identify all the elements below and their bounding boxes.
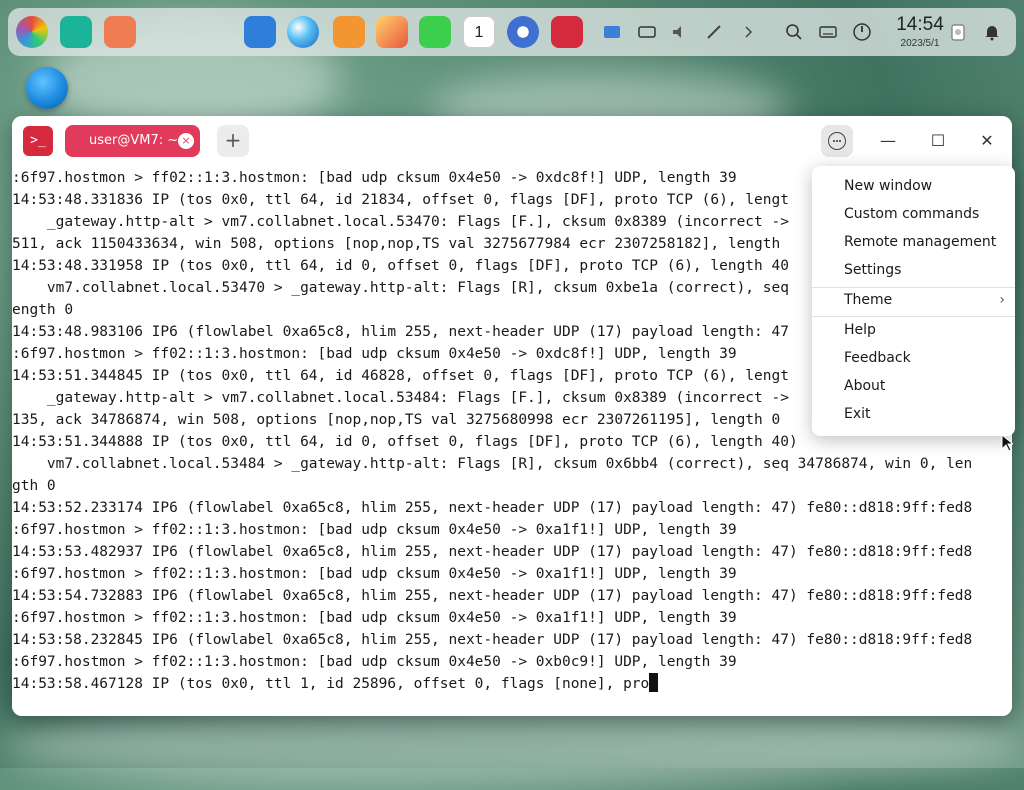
terminal-line: gth 0 bbox=[12, 478, 56, 494]
dock: 1 14:54 2023/5/1 bbox=[8, 8, 1016, 56]
terminal-icon[interactable] bbox=[551, 16, 583, 48]
menu-item-label: Remote management bbox=[844, 234, 997, 250]
terminal-line: 14:53:48.331958 IP (tos 0x0, ttl 64, id … bbox=[12, 258, 789, 274]
terminal-line: 14:53:51.344888 IP (tos 0x0, ttl 64, id … bbox=[12, 434, 798, 450]
desktop-app-icon[interactable] bbox=[26, 67, 68, 109]
menu-item-exit[interactable]: Exit bbox=[812, 400, 1015, 428]
screenshot-icon[interactable] bbox=[602, 22, 622, 42]
close-button[interactable]: ✕ bbox=[974, 128, 1000, 154]
launcher-icon[interactable] bbox=[16, 16, 48, 48]
terminal-line: _gateway.http-alt > vm7.collabnet.local.… bbox=[12, 214, 789, 230]
maximize-button[interactable]: ☐ bbox=[925, 128, 951, 154]
installer-icon[interactable] bbox=[244, 16, 276, 48]
menu-item-feedback[interactable]: Feedback bbox=[812, 344, 1015, 372]
add-tab-button[interactable]: + bbox=[217, 125, 249, 157]
menu-item-about[interactable]: About bbox=[812, 372, 1015, 400]
menu-item-label: About bbox=[844, 378, 886, 394]
main-menu-button[interactable] bbox=[821, 125, 853, 157]
menu-item-help[interactable]: Help bbox=[812, 316, 1015, 344]
terminal-line: :6f97.hostmon > ff02::1:3.hostmon: [bad … bbox=[12, 346, 737, 362]
trash-icon[interactable] bbox=[948, 22, 968, 42]
terminal-line: :6f97.hostmon > ff02::1:3.hostmon: [bad … bbox=[12, 610, 737, 626]
tab-user-vm7[interactable]: user@VM7: ~ × bbox=[65, 125, 200, 157]
menu-item-new-window[interactable]: New window bbox=[812, 172, 1015, 200]
terminal-line: ength 0 bbox=[12, 302, 74, 318]
menu-item-remote-management[interactable]: Remote management bbox=[812, 228, 1015, 256]
keyboard-icon[interactable] bbox=[637, 22, 657, 42]
settings-icon[interactable] bbox=[507, 16, 539, 48]
tab-label: user@VM7: ~ bbox=[89, 133, 179, 148]
calendar-icon[interactable]: 1 bbox=[463, 16, 495, 48]
menu-item-settings[interactable]: Settings bbox=[812, 256, 1015, 284]
terminal-line: 14:53:48.983106 IP6 (flowlabel 0xa65c8, … bbox=[12, 324, 789, 340]
terminal-line: 14:53:52.233174 IP6 (flowlabel 0xa65c8, … bbox=[12, 500, 973, 516]
terminal-prompt-line: 14:53:58.467128 IP (tos 0x0, ttl 1, id 2… bbox=[12, 673, 659, 695]
app-store-icon[interactable] bbox=[104, 16, 136, 48]
terminal-line: 14:53:48.331836 IP (tos 0x0, ttl 64, id … bbox=[12, 192, 789, 208]
keyboard-layout-icon[interactable] bbox=[818, 22, 838, 42]
menu-item-theme[interactable]: Theme › bbox=[812, 286, 1015, 314]
terminal-line: 14:53:51.344845 IP (tos 0x0, ttl 64, id … bbox=[12, 368, 789, 384]
clock-time[interactable]: 14:54 bbox=[894, 14, 946, 36]
menu-item-label: Theme bbox=[844, 292, 893, 308]
menu-item-label: Exit bbox=[844, 406, 871, 422]
menu-item-label: New window bbox=[844, 178, 933, 194]
main-menu-dropdown: New window Custom commands Remote manage… bbox=[812, 166, 1015, 436]
pen-icon[interactable] bbox=[704, 22, 724, 42]
power-icon[interactable] bbox=[852, 22, 872, 42]
terminal-line: _gateway.http-alt > vm7.collabnet.local.… bbox=[12, 390, 789, 406]
menu-item-label: Feedback bbox=[844, 350, 911, 366]
app-store-bag-icon[interactable] bbox=[333, 16, 365, 48]
text-cursor bbox=[649, 673, 659, 692]
calendar-day: 1 bbox=[474, 24, 484, 41]
terminal-line: vm7.collabnet.local.53484 > _gateway.htt… bbox=[12, 456, 973, 472]
minimize-button[interactable]: — bbox=[875, 128, 901, 154]
terminal-line: :6f97.hostmon > ff02::1:3.hostmon: [bad … bbox=[12, 522, 737, 538]
chevron-right-icon[interactable] bbox=[738, 22, 758, 42]
volume-icon[interactable] bbox=[670, 22, 690, 42]
chevron-right-icon: › bbox=[999, 292, 1005, 308]
photo-icon[interactable] bbox=[376, 16, 408, 48]
terminal-line: 135, ack 34786874, win 508, options [nop… bbox=[12, 412, 781, 428]
terminal-line: 14:53:54.732883 IP6 (flowlabel 0xa65c8, … bbox=[12, 588, 973, 604]
notification-icon[interactable] bbox=[982, 22, 1002, 42]
clock-date: 2023/5/1 bbox=[900, 38, 940, 49]
menu-item-custom-commands[interactable]: Custom commands bbox=[812, 200, 1015, 228]
mouse-pointer-icon bbox=[1001, 433, 1015, 452]
browser-icon[interactable] bbox=[287, 16, 319, 48]
titlebar: >_ user@VM7: ~ × + — ☐ ✕ bbox=[12, 116, 1012, 166]
terminal-line: vm7.collabnet.local.53470 > _gateway.htt… bbox=[12, 280, 789, 296]
terminal-line: :6f97.hostmon > ff02::1:3.hostmon: [bad … bbox=[12, 654, 737, 670]
terminal-line: :6f97.hostmon > ff02::1:3.hostmon: [bad … bbox=[12, 566, 737, 582]
menu-item-label: Settings bbox=[844, 262, 902, 278]
music-icon[interactable] bbox=[419, 16, 451, 48]
terminal-app-icon: >_ bbox=[23, 126, 53, 156]
menu-item-label: Help bbox=[844, 322, 876, 338]
tab-close-icon[interactable]: × bbox=[178, 133, 194, 149]
search-icon[interactable] bbox=[784, 22, 804, 42]
terminal-line: 14:53:53.482937 IP6 (flowlabel 0xa65c8, … bbox=[12, 544, 973, 560]
terminal-line: 14:53:58.232845 IP6 (flowlabel 0xa65c8, … bbox=[12, 632, 973, 648]
terminal-line: :6f97.hostmon > ff02::1:3.hostmon: [bad … bbox=[12, 170, 737, 186]
terminal-line: 511, ack 1150433634, win 508, options [n… bbox=[12, 236, 781, 252]
terminal-line-text: 14:53:58.467128 IP (tos 0x0, ttl 1, id 2… bbox=[12, 676, 650, 692]
file-manager-icon[interactable] bbox=[60, 16, 92, 48]
menu-item-label: Custom commands bbox=[844, 206, 980, 222]
